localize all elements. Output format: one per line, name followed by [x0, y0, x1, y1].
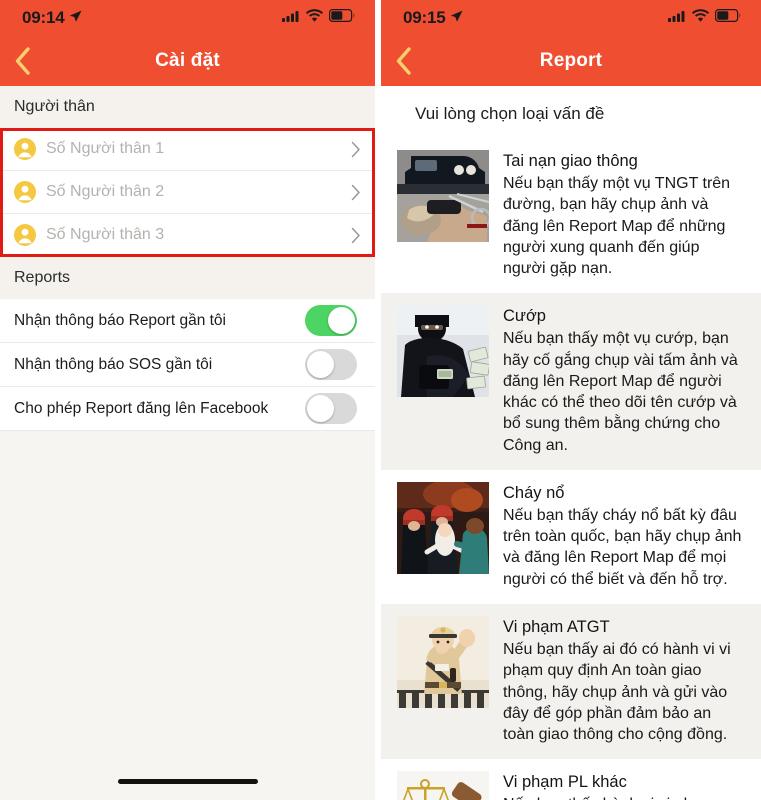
report-description: Nếu bạn thấy ai đó có hành vi vi phạm qu… [503, 640, 731, 744]
switch-report-nearby[interactable] [305, 305, 357, 336]
relative-row-label: Số Người thân 1 [46, 140, 165, 157]
status-time-label: 09:15 [403, 8, 446, 27]
cellular-signal-icon [282, 9, 300, 27]
relative-row-label: Số Người thân 3 [46, 226, 165, 243]
report-description: Nếu bạn thấy một vụ TNGT trên đường, bạn… [503, 175, 731, 278]
location-arrow-icon [450, 8, 463, 28]
traffic-police-illustration [397, 615, 489, 708]
chevron-right-icon [351, 184, 361, 201]
report-text: Vi phạm ATGT Nếu bạn thấy ai đó có hành … [503, 616, 745, 745]
report-text: Tai nạn giao thông Nếu bạn thấy một vụ T… [503, 150, 745, 279]
status-time-left: 09:14 [22, 8, 82, 28]
report-screen: 09:15 Report Vui lòng chọn loại vấn đề T… [381, 0, 761, 800]
report-title: Tai nạn giao thông [503, 152, 638, 170]
page-title: Report [539, 50, 603, 71]
report-title: Cướp [503, 307, 546, 326]
status-icons-right [668, 9, 741, 27]
battery-icon [715, 9, 741, 27]
toggle-label: Nhận thông báo Report gần tôi [14, 311, 226, 329]
report-title: Vi phạm ATGT [503, 617, 610, 636]
report-text: Cháy nổ Nếu bạn thấy cháy nổ bất kỳ đâu … [503, 482, 745, 590]
person-avatar-icon [14, 138, 36, 160]
switch-sos-nearby[interactable] [305, 349, 357, 380]
status-bar-right: 09:15 [381, 0, 761, 36]
toggle-row-report-nearby[interactable]: Nhận thông báo Report gần tôi [0, 299, 375, 343]
switch-knob [328, 307, 355, 334]
report-type-list: Tai nạn giao thông Nếu bạn thấy một vụ T… [381, 138, 761, 800]
toggle-label: Cho phép Report đăng lên Facebook [14, 399, 269, 417]
relative-row-label: Số Người thân 2 [46, 183, 165, 200]
report-description: Nếu bạn thấy một vụ cướp, bạn hãy cố gắn… [503, 330, 738, 454]
empty-area [0, 431, 375, 800]
prompt-text: Vui lòng chọn loại vấn đề [381, 86, 761, 138]
switch-post-facebook[interactable] [305, 393, 357, 424]
report-item-other-violation[interactable]: Vi phạm PL khác Nếu bạn thấy hành vi vi … [381, 759, 761, 800]
settings-screen: 09:14 Cài đặt Người thân Số Người thân 1… [0, 0, 375, 800]
switch-knob [307, 351, 334, 378]
report-item-robbery[interactable]: Cướp Nếu bạn thấy một vụ cướp, bạn hãy c… [381, 293, 761, 470]
section-header-reports: Reports [0, 257, 375, 299]
report-item-traffic-accident[interactable]: Tai nạn giao thông Nếu bạn thấy một vụ T… [381, 138, 761, 294]
switch-knob [307, 395, 334, 422]
report-item-traffic-violation[interactable]: Vi phạm ATGT Nếu bạn thấy ai đó có hành … [381, 603, 761, 760]
settings-body: Người thân Số Người thân 1 Số Người thân… [0, 86, 375, 800]
back-chevron-icon[interactable] [395, 46, 412, 76]
relative-row-1[interactable]: Số Người thân 1 [0, 128, 375, 171]
nav-bar-left: Cài đặt [0, 36, 375, 86]
toggle-label: Nhận thông báo SOS gần tôi [14, 355, 213, 373]
status-time-right: 09:15 [403, 8, 463, 28]
toggle-row-post-facebook[interactable]: Cho phép Report đăng lên Facebook [0, 387, 375, 431]
robbery-photo [397, 305, 489, 398]
report-title: Cháy nổ [503, 483, 565, 502]
page-title: Cài đặt [155, 50, 220, 71]
report-item-fire[interactable]: Cháy nổ Nếu bạn thấy cháy nổ bất kỳ đâu … [381, 469, 761, 604]
relatives-group: Số Người thân 1 Số Người thân 2 Số Người… [0, 128, 375, 257]
cellular-signal-icon [668, 9, 686, 27]
toggle-row-sos-nearby[interactable]: Nhận thông báo SOS gần tôi [0, 343, 375, 387]
report-description: Nếu bạn thấy cháy nổ bất kỳ đâu trên toà… [503, 506, 742, 588]
nav-bar-right: Report [381, 36, 761, 86]
location-arrow-icon [69, 8, 82, 28]
wifi-icon [692, 9, 709, 27]
home-indicator[interactable] [117, 779, 258, 784]
report-text: Vi phạm PL khác Nếu bạn thấy hành vi vi … [503, 771, 745, 800]
chevron-right-icon [351, 227, 361, 244]
firefighter-rescue-photo [397, 481, 489, 574]
battery-icon [329, 9, 355, 27]
relative-row-3[interactable]: Số Người thân 3 [0, 214, 375, 257]
person-avatar-icon [14, 224, 36, 246]
status-icons-left [282, 9, 355, 27]
traffic-accident-photo [397, 150, 489, 242]
wifi-icon [306, 9, 323, 27]
section-header-relatives: Người thân [0, 86, 375, 128]
person-avatar-icon [14, 181, 36, 203]
report-text: Cướp Nếu bạn thấy một vụ cướp, bạn hãy c… [503, 305, 745, 456]
back-chevron-icon[interactable] [14, 46, 31, 76]
report-description: Nếu bạn thấy hành vi vi phạm pháp [503, 794, 745, 800]
status-bar-left: 09:14 [0, 0, 375, 36]
relative-row-2[interactable]: Số Người thân 2 [0, 171, 375, 214]
scales-gavel-photo [397, 771, 489, 800]
status-time-label: 09:14 [22, 8, 65, 27]
chevron-right-icon [351, 141, 361, 158]
report-title: Vi phạm PL khác [503, 773, 627, 792]
dual-phone-screenshot: 09:14 Cài đặt Người thân Số Người thân 1… [0, 0, 761, 800]
